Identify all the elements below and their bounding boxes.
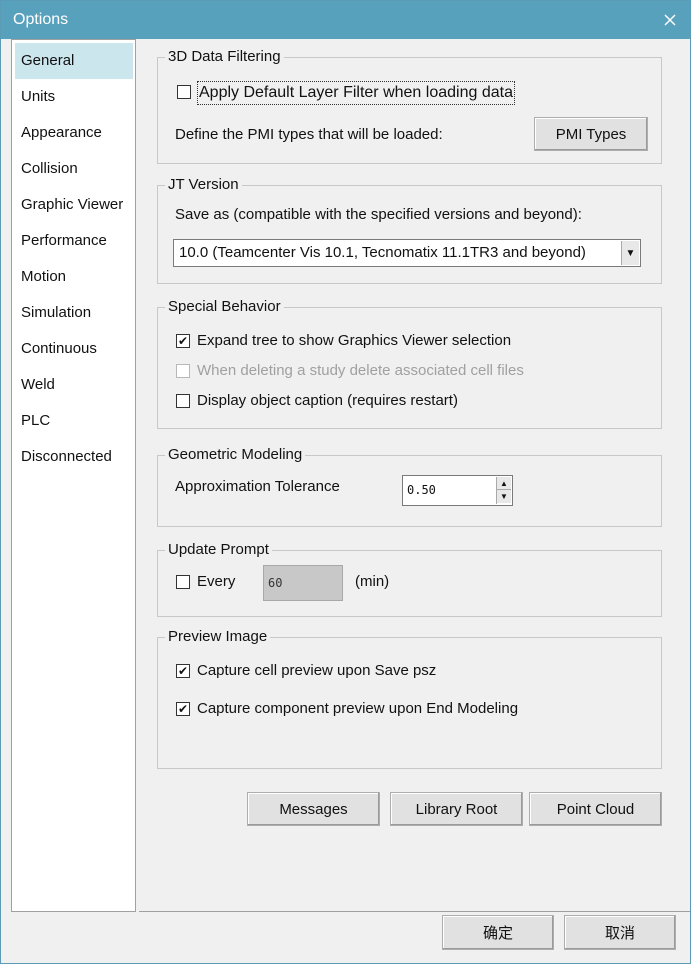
category-list[interactable]: General Units Appearance Collision Graph…: [11, 39, 136, 912]
every-checkbox[interactable]: [176, 575, 190, 589]
sidebar-item-weld[interactable]: Weld: [15, 367, 133, 403]
sidebar-item-appearance[interactable]: Appearance: [15, 115, 133, 151]
group-title: Preview Image: [165, 627, 271, 647]
footer-divider: [139, 911, 690, 912]
close-button[interactable]: [656, 6, 684, 34]
cancel-button-label: 取消: [604, 925, 635, 942]
sidebar-item-motion[interactable]: Motion: [15, 259, 133, 295]
every-label[interactable]: Every: [197, 572, 235, 592]
dialog-title: Options: [13, 11, 69, 28]
checkmark-icon: ✔: [177, 334, 189, 348]
pmi-types-button-label: PMI Types: [555, 125, 627, 143]
sidebar-item-performance[interactable]: Performance: [15, 223, 133, 259]
chevron-down-icon[interactable]: ▼: [497, 490, 511, 503]
group-title: 3D Data Filtering: [165, 47, 284, 67]
point-cloud-button[interactable]: Point Cloud: [529, 792, 662, 826]
group-jt-version: JT Version: [157, 175, 662, 284]
cancel-button[interactable]: 取消: [564, 915, 676, 950]
group-title: Geometric Modeling: [165, 445, 306, 465]
capture-component-preview-checkbox[interactable]: ✔: [176, 702, 190, 716]
point-cloud-button-label: Point Cloud: [556, 800, 635, 818]
tolerance-label: Approximation Tolerance: [175, 478, 340, 495]
update-interval-field: 60: [263, 565, 343, 601]
sidebar-item-general[interactable]: General: [15, 43, 133, 79]
apply-filter-checkbox[interactable]: [177, 85, 191, 99]
options-dialog: Options General Units Appearance Collisi…: [0, 0, 691, 964]
ok-button-label: 确定: [482, 925, 513, 942]
checkmark-icon: ✔: [177, 702, 189, 716]
group-title: Update Prompt: [165, 540, 272, 560]
messages-button-label: Messages: [279, 800, 348, 818]
library-root-button-label: Library Root: [415, 800, 498, 818]
ok-button[interactable]: 确定: [442, 915, 554, 950]
messages-button[interactable]: Messages: [247, 792, 380, 826]
display-caption-checkbox[interactable]: [176, 394, 190, 408]
chevron-down-icon[interactable]: ▼: [621, 241, 639, 265]
group-title: Special Behavior: [165, 297, 284, 317]
expand-tree-checkbox[interactable]: ✔: [176, 334, 190, 348]
sidebar-item-plc[interactable]: PLC: [15, 403, 133, 439]
update-interval-value: 60: [268, 576, 283, 590]
sidebar-item-continuous[interactable]: Continuous: [15, 331, 133, 367]
jt-version-value: 10.0 (Teamcenter Vis 10.1, Tecnomatix 11…: [179, 244, 586, 261]
delete-cell-files-label: When deleting a study delete associated …: [197, 362, 524, 379]
close-icon: [664, 14, 676, 26]
tolerance-stepper[interactable]: 0.50 ▲ ▼: [402, 475, 513, 506]
sidebar-item-units[interactable]: Units: [15, 79, 133, 115]
sidebar-item-graphic-viewer[interactable]: Graphic Viewer: [15, 187, 133, 223]
save-as-label: Save as (compatible with the specified v…: [175, 206, 582, 223]
title-bar: Options: [1, 1, 690, 39]
delete-cell-files-checkbox: [176, 364, 190, 378]
capture-component-preview-label[interactable]: Capture component preview upon End Model…: [197, 699, 518, 719]
capture-cell-preview-checkbox[interactable]: ✔: [176, 664, 190, 678]
pmi-types-label: Define the PMI types that will be loaded…: [175, 126, 443, 143]
capture-cell-preview-label[interactable]: Capture cell preview upon Save psz: [197, 661, 436, 681]
jt-version-select[interactable]: 10.0 (Teamcenter Vis 10.1, Tecnomatix 11…: [173, 239, 641, 267]
apply-filter-label[interactable]: Apply Default Layer Filter when loading …: [197, 81, 515, 105]
pmi-types-button[interactable]: PMI Types: [534, 117, 648, 151]
display-caption-label[interactable]: Display object caption (requires restart…: [197, 391, 458, 411]
library-root-button[interactable]: Library Root: [390, 792, 523, 826]
expand-tree-label[interactable]: Expand tree to show Graphics Viewer sele…: [197, 331, 511, 351]
sidebar-item-disconnected[interactable]: Disconnected: [15, 439, 133, 475]
chevron-up-icon[interactable]: ▲: [497, 477, 511, 490]
unit-label: (min): [355, 573, 390, 590]
sidebar-item-collision[interactable]: Collision: [15, 151, 133, 187]
checkmark-icon: ✔: [177, 664, 189, 678]
sidebar-item-simulation[interactable]: Simulation: [15, 295, 133, 331]
tolerance-value: 0.50: [407, 483, 436, 497]
group-title: JT Version: [165, 175, 242, 195]
